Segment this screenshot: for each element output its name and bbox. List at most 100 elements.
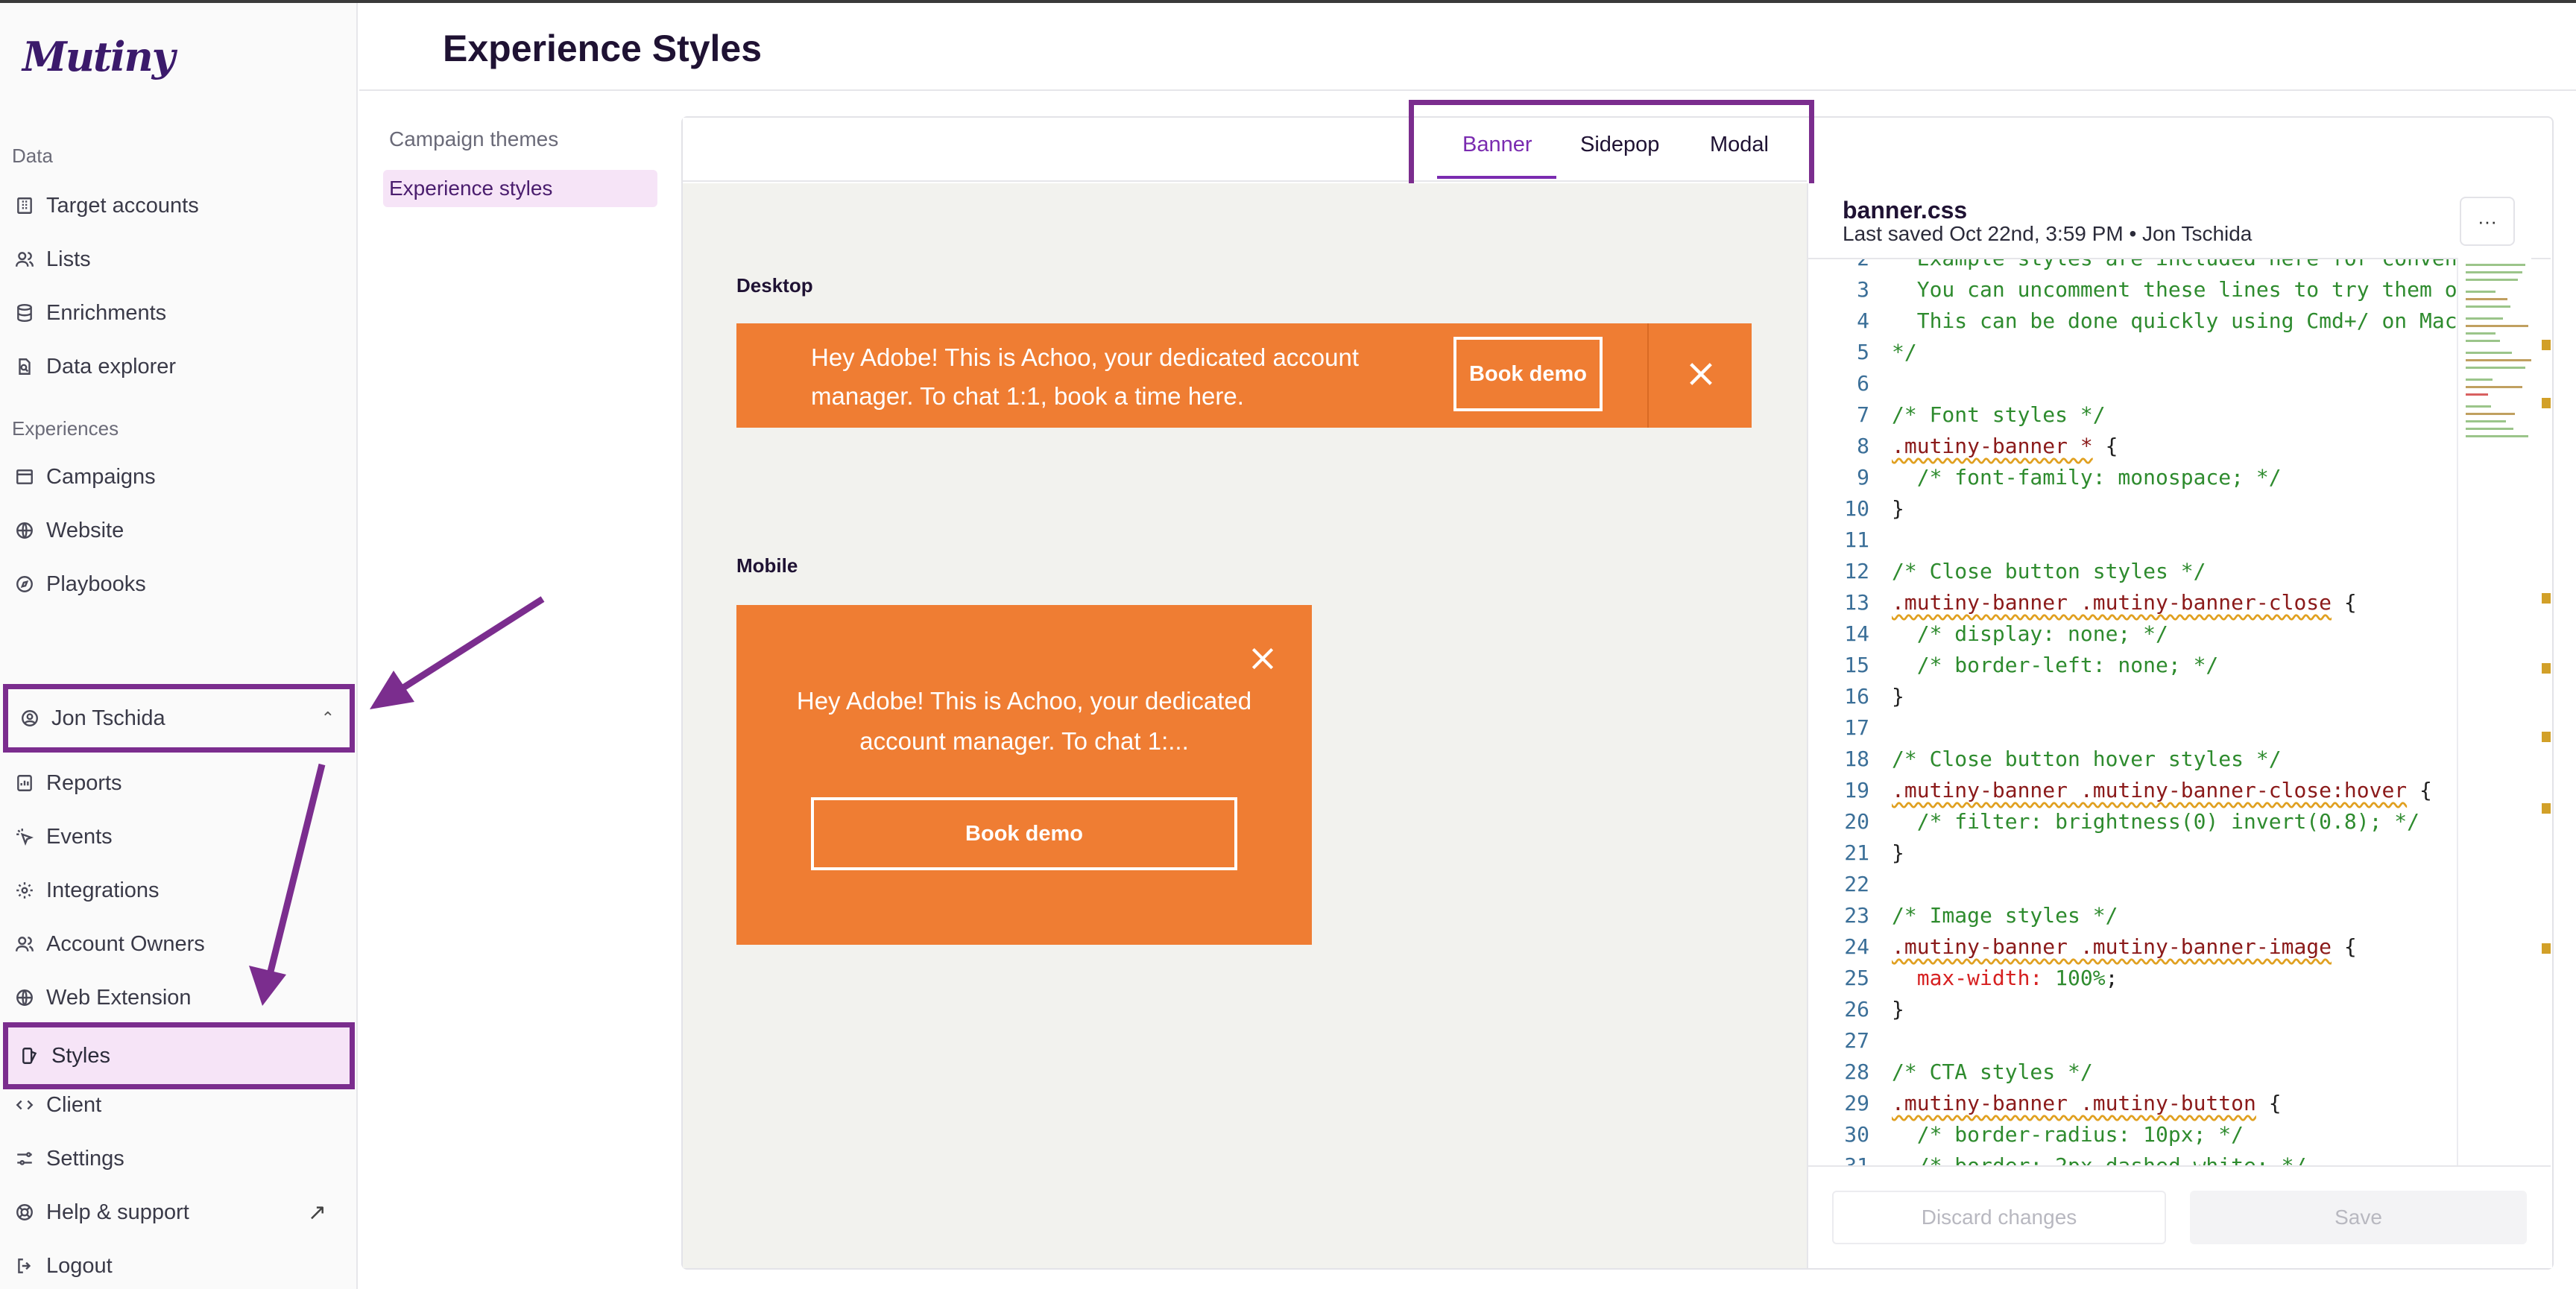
subnav-experience-styles[interactable]: Experience styles [383,170,657,207]
mobile-banner-text: Hey Adobe! This is Achoo, your dedicated… [796,687,1252,755]
close-icon[interactable] [1243,639,1282,678]
desktop-book-demo-button[interactable]: Book demo [1453,337,1603,411]
code-line[interactable]: 3 You can uncomment these lines to try t… [1808,277,2495,308]
code-line[interactable]: 29 .mutiny-banner .mutiny-button { [1808,1091,2449,1122]
file-name: banner.css [1843,197,1968,224]
code-line[interactable]: 14 /* display: none; */ [1808,621,2449,653]
code-line[interactable]: 25 max-width: 100%; [1808,966,2449,997]
code-line[interactable]: 28 /* CTA styles */ [1808,1060,2449,1091]
line-number: 25 [1844,966,1869,990]
line-number: 4 [1857,308,1869,333]
code-token: } [1892,496,1904,521]
code-line[interactable]: 2 Example styles are included here for c… [1808,258,2533,277]
code-line[interactable]: 22 [1808,872,2449,903]
code-token: { [2255,1091,2282,1115]
sidebar-item-target-accounts[interactable]: Target accounts [15,185,343,227]
code-line[interactable]: 13 .mutiny-banner .mutiny-banner-close { [1808,590,2449,621]
subnav-campaign-themes[interactable]: Campaign themes [383,121,657,158]
sidebar-item-integrations[interactable]: Integrations [15,870,343,911]
code-line[interactable]: 7 /* Font styles */ [1808,402,2449,434]
line-number: 2 [1857,258,1869,270]
code-token: } [1892,684,1904,709]
external-link-icon: ↗ [307,1200,326,1225]
sidebar-item-playbooks[interactable]: Playbooks [15,563,343,605]
sidebar-item-label: Help & support [46,1200,189,1224]
mutiny-logo[interactable]: Mutiny [22,33,175,80]
minimap-marker [2542,593,2551,604]
line-number: 11 [1844,528,1869,552]
code-line[interactable]: 16} [1808,684,2449,715]
code-token: 100% [2042,966,2106,990]
code-line[interactable]: 15 /* border-left: none; */ [1808,653,2449,684]
sidebar-item-enrichments[interactable]: Enrichments [15,292,343,334]
code-line[interactable]: 30 /* border-radius: 10px; */ [1808,1122,2449,1153]
code-line[interactable]: 31 /* border: 2px dashed white; */ [1808,1153,2449,1165]
line-number: 17 [1844,715,1869,740]
discard-changes-button[interactable]: Discard changes [1832,1191,2166,1244]
sidebar-item-logout[interactable]: Logout [15,1245,343,1287]
banner-divider [1647,323,1649,428]
code-line[interactable]: 19 .mutiny-banner .mutiny-banner-close:ho… [1808,778,2449,809]
user-name: Jon Tschida [51,706,165,730]
sidebar-item-help-support[interactable]: Help & support ↗ [15,1191,343,1233]
sidebar-item-label: Settings [46,1146,124,1171]
code-line[interactable]: 26} [1808,997,2449,1028]
code-line[interactable]: 24 .mutiny-banner .mutiny-banner-image { [1808,934,2449,966]
line-number: 19 [1844,778,1869,802]
code-line[interactable]: 27 [1808,1028,2449,1060]
code-token: Example styles are included here for con… [1892,258,2533,270]
code-line[interactable]: 4 This can be done quickly using Cmd+/ o… [1808,308,2469,340]
arrow-to-user-menu [393,596,545,696]
code-line[interactable]: 12 /* Close button styles */ [1808,559,2449,590]
save-button[interactable]: Save [2190,1191,2527,1244]
code-token: /* Font styles */ [1892,402,2106,427]
code-token: /* Close button hover styles */ [1892,747,2282,771]
code-minimap[interactable] [2457,258,2531,1165]
code-line[interactable]: 6 [1808,371,2449,402]
page-header: Experience Styles [359,3,2576,91]
code-token: */ [1892,340,1917,364]
code-line[interactable]: 23 /* Image styles */ [1808,903,2449,934]
sidebar-item-label: Web Extension [46,985,192,1010]
mobile-book-demo-button[interactable]: Book demo [811,797,1237,870]
sidebar-item-label: Client [46,1092,102,1117]
user-menu-toggle[interactable]: Jon Tschida ⌃ [3,684,355,753]
code-token: /* border-left: none; */ [1892,653,2219,677]
line-number: 23 [1844,903,1869,928]
globe-icon [15,988,34,1007]
code-line[interactable]: 17 [1808,715,2449,747]
sidebar-item-reports[interactable]: Reports [15,762,343,804]
code-line[interactable]: 8 .mutiny-banner * { [1808,434,2449,465]
mobile-banner-preview: Hey Adobe! This is Achoo, your dedicated… [736,605,1312,945]
sidebar-item-web-extension[interactable]: Web Extension [15,977,343,1019]
sidebar-item-styles[interactable]: Styles [3,1022,355,1089]
code-line[interactable]: 21} [1808,840,2449,872]
code-token: /* border: 2px dashed white; */ [1892,1153,2307,1165]
code-line[interactable]: 10} [1808,496,2449,528]
sidebar-item-account-owners[interactable]: Account Owners [15,923,343,965]
sidebar-item-website[interactable]: Website [15,510,343,551]
line-number: 24 [1844,934,1869,959]
sidebar-item-events[interactable]: Events [15,816,343,858]
code-token: ; [2105,966,2118,990]
code-editor[interactable]: 2 Example styles are included here for c… [1808,258,2551,1165]
code-token: } [1892,840,1904,865]
code-line[interactable]: 5 */ [1808,340,2449,371]
chevron-up-icon: ⌃ [321,709,335,727]
sidebar-item-data-explorer[interactable]: Data explorer [15,346,343,387]
minimap-marker [2542,803,2551,814]
sidebar-item-settings[interactable]: Settings [15,1138,343,1179]
sidebar-item-campaigns[interactable]: Campaigns [15,456,343,498]
code-line[interactable]: 9 /* font-family: monospace; */ [1808,465,2449,496]
code-line[interactable]: 11 [1808,528,2449,559]
desktop-banner-text: Hey Adobe! This is Achoo, your dedicated… [811,343,1360,410]
code-token: .mutiny-banner .mutiny-banner-image [1892,934,2332,959]
sidebar-item-lists[interactable]: Lists [15,238,343,280]
sidebar-item-label: Integrations [46,878,160,902]
close-icon[interactable] [1677,350,1725,398]
code-line[interactable]: 18 /* Close button hover styles */ [1808,747,2449,778]
code-token: .mutiny-banner .mutiny-banner-close [1892,590,2332,615]
sidebar-item-client[interactable]: Client [15,1084,343,1126]
code-line[interactable]: 20 /* filter: brightness(0) invert(0.8);… [1808,809,2449,840]
more-options-button[interactable]: ··· [2460,197,2515,246]
